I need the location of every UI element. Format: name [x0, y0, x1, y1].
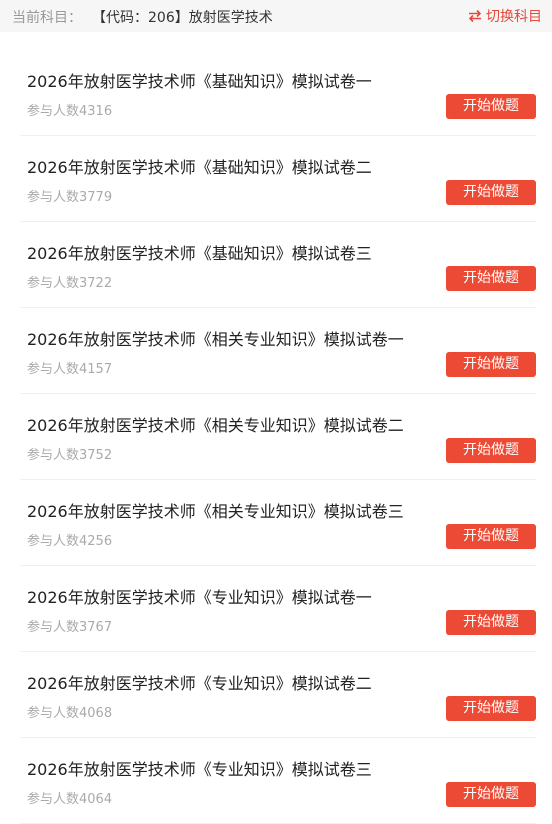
list-item[interactable]: 2026年放射医学技术师《基础知识》模拟试卷一 参与人数4316 开始做题: [20, 50, 536, 136]
participant-count: 参与人数4256: [27, 534, 113, 549]
start-quiz-button[interactable]: 开始做题: [446, 180, 536, 205]
exam-title: 2026年放射医学技术师《专业知识》模拟试卷一: [27, 588, 372, 607]
participant-count: 参与人数4064: [27, 792, 113, 807]
exam-title: 2026年放射医学技术师《基础知识》模拟试卷一: [27, 72, 372, 91]
participant-count: 参与人数3779: [27, 190, 113, 205]
exam-title: 2026年放射医学技术师《相关专业知识》模拟试卷三: [27, 502, 404, 521]
list-item[interactable]: 2026年放射医学技术师《相关专业知识》模拟试卷一 参与人数4157 开始做题: [20, 308, 536, 394]
list-item[interactable]: 2026年放射医学技术师《基础知识》模拟试卷三 参与人数3722 开始做题: [20, 222, 536, 308]
participant-count: 参与人数3752: [27, 448, 113, 463]
participant-count: 参与人数4068: [27, 706, 113, 721]
start-quiz-button[interactable]: 开始做题: [446, 266, 536, 291]
start-quiz-button[interactable]: 开始做题: [446, 438, 536, 463]
exam-title: 2026年放射医学技术师《专业知识》模拟试卷三: [27, 760, 372, 779]
list-item[interactable]: 2026年放射医学技术师《相关专业知识》模拟试卷三 参与人数4256 开始做题: [20, 480, 536, 566]
list-item[interactable]: 2026年放射医学技术师《专业知识》模拟试卷三 参与人数4064 开始做题: [20, 738, 536, 824]
exam-title: 2026年放射医学技术师《相关专业知识》模拟试卷二: [27, 416, 404, 435]
exam-title: 2026年放射医学技术师《基础知识》模拟试卷二: [27, 158, 372, 177]
start-quiz-button[interactable]: 开始做题: [446, 94, 536, 119]
switch-subject-button[interactable]: 切换科目: [468, 6, 542, 26]
participant-count: 参与人数4157: [27, 362, 113, 377]
swap-arrows-icon: [468, 9, 482, 23]
start-quiz-button[interactable]: 开始做题: [446, 524, 536, 549]
exam-title: 2026年放射医学技术师《专业知识》模拟试卷二: [27, 674, 372, 693]
participant-count: 参与人数4316: [27, 104, 113, 119]
participant-count: 参与人数3722: [27, 276, 113, 291]
subject-name: 【代码：206】放射医学技术: [92, 10, 273, 26]
participant-count: 参与人数3767: [27, 620, 113, 635]
start-quiz-button[interactable]: 开始做题: [446, 610, 536, 635]
list-item[interactable]: 2026年放射医学技术师《专业知识》模拟试卷二 参与人数4068 开始做题: [20, 652, 536, 738]
list-item[interactable]: 2026年放射医学技术师《专业知识》模拟试卷一 参与人数3767 开始做题: [20, 566, 536, 652]
switch-subject-label: 切换科目: [486, 9, 542, 25]
exam-list: 2026年放射医学技术师《基础知识》模拟试卷一 参与人数4316 开始做题 20…: [0, 32, 552, 824]
start-quiz-button[interactable]: 开始做题: [446, 696, 536, 721]
exam-title: 2026年放射医学技术师《基础知识》模拟试卷三: [27, 244, 372, 263]
subject-label: 当前科目：: [12, 10, 82, 26]
subject-header: 当前科目： 【代码：206】放射医学技术 切换科目: [0, 0, 552, 32]
exam-title: 2026年放射医学技术师《相关专业知识》模拟试卷一: [27, 330, 404, 349]
list-item[interactable]: 2026年放射医学技术师《基础知识》模拟试卷二 参与人数3779 开始做题: [20, 136, 536, 222]
list-item[interactable]: 2026年放射医学技术师《相关专业知识》模拟试卷二 参与人数3752 开始做题: [20, 394, 536, 480]
start-quiz-button[interactable]: 开始做题: [446, 352, 536, 377]
start-quiz-button[interactable]: 开始做题: [446, 782, 536, 807]
